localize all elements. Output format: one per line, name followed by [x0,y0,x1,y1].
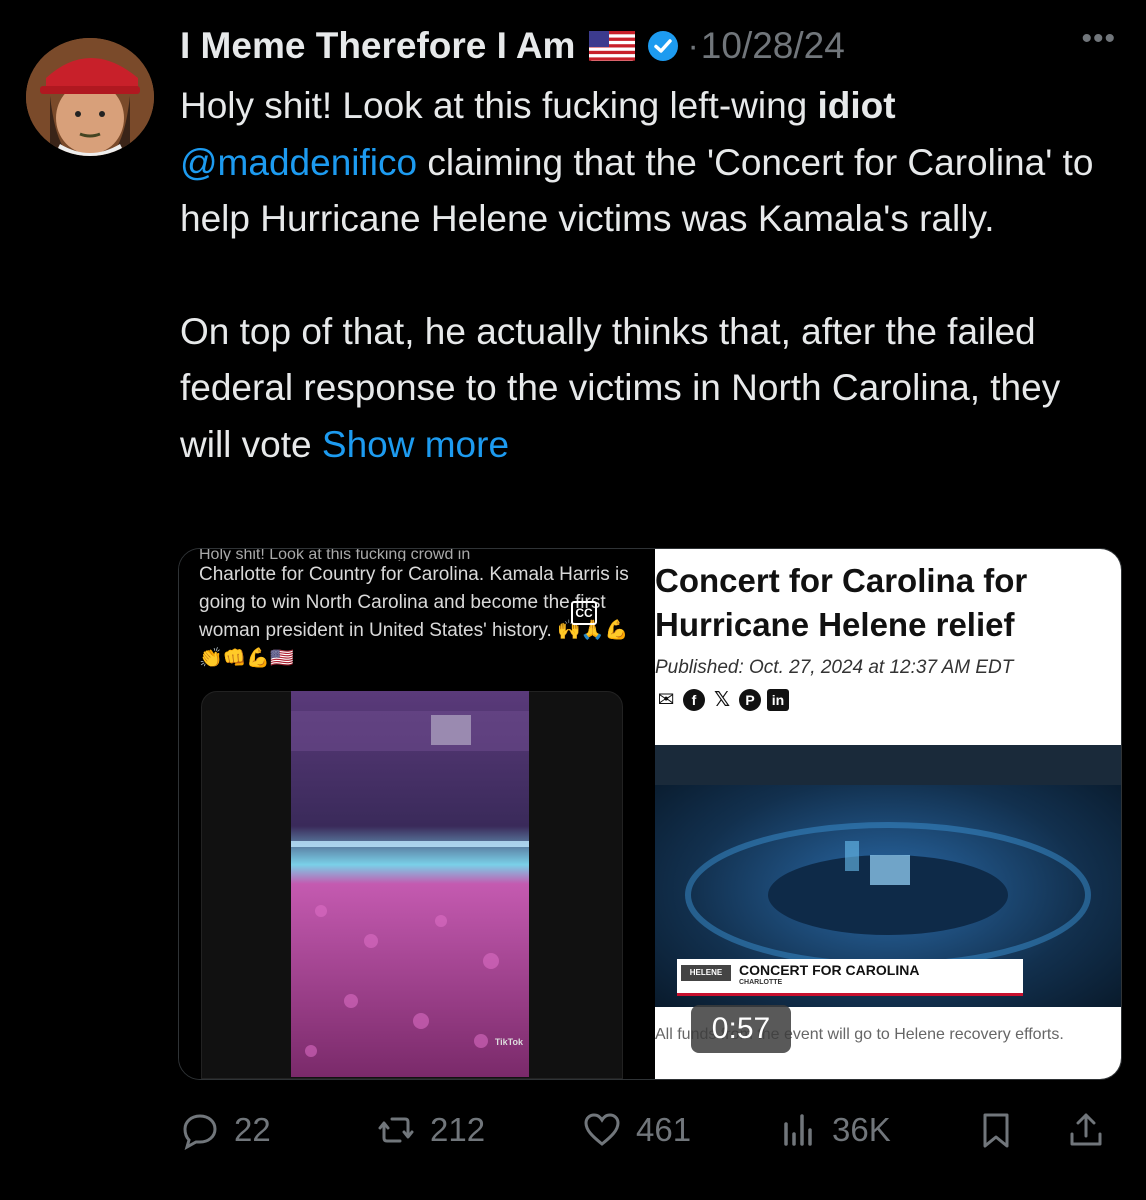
repost-icon [376,1110,416,1150]
verified-badge-icon[interactable] [647,30,679,62]
reply-icon [180,1110,220,1150]
tweet-bold-word: idiot [817,85,896,126]
tweet-text-segment: On top of that, he actually thinks that,… [180,310,1061,465]
heart-icon [582,1110,622,1150]
news-article-panel: Concert for Carolina for Hurricane Helen… [655,549,1121,1079]
share-icons-row: ✉ f 𝕏 P in [655,689,789,711]
x-icon: 𝕏 [711,689,733,711]
video-duration-badge: 0:57 [691,1005,791,1053]
mention-link[interactable]: @maddenifico [180,142,417,183]
tweet-media[interactable]: Holy shit! Look at this fucking crowd in… [178,548,1122,1080]
closed-captions-icon[interactable]: CC [571,601,597,625]
lower-third-tag: HELENE [681,965,731,981]
us-flag-icon [589,31,636,61]
news-lower-third: HELENE CONCERT FOR CAROLINA CHARLOTTE [677,959,1023,996]
tweet-actions-bar: 22 212 461 36K [180,1102,1120,1158]
views-button[interactable]: 36K [778,1102,891,1158]
repost-count: 212 [430,1111,486,1148]
author-name[interactable]: I Meme Therefore I Am [180,25,575,67]
crowd-video-frame: TikTok [291,691,529,1077]
tiktok-watermark: TikTok [494,1037,523,1047]
share-button[interactable] [1066,1102,1106,1158]
crowd-image [291,691,529,1077]
like-button[interactable]: 461 [582,1102,691,1158]
share-icon [1066,1110,1106,1150]
bookmark-button[interactable] [976,1102,1016,1158]
tweet-text-segment: Holy shit! Look at this fucking left-win… [180,85,818,126]
envelope-icon: ✉ [655,689,677,711]
lower-third-subtitle: CHARLOTTE [739,979,783,986]
tweet-paragraph-2: On top of that, he actually thinks that,… [180,304,1120,474]
caption-cut-line: Holy shit! Look at this fucking crowd in [199,549,471,561]
tweet-paragraph-1: Holy shit! Look at this fucking left-win… [180,78,1120,248]
reply-count: 22 [234,1111,271,1148]
linkedin-icon: in [767,689,789,711]
show-more-link[interactable]: Show more [322,424,509,465]
article-title: Concert for Carolina for Hurricane Helen… [655,562,1028,643]
avatar-image [26,38,154,156]
article-published: Published: Oct. 27, 2024 at 12:37 AM EDT [655,657,1014,678]
reply-button[interactable]: 22 [180,1102,271,1158]
pinterest-icon: P [739,689,761,711]
like-count: 461 [636,1111,692,1148]
lower-third-title: CONCERT FOR CAROLINA [739,962,920,978]
more-options-icon[interactable]: ••• [1081,22,1116,56]
tiktok-screenshot-panel: Holy shit! Look at this fucking crowd in… [179,549,653,1079]
tweet-date[interactable]: 10/28/24 [701,25,845,67]
separator-dot: · [687,26,699,65]
views-count: 36K [832,1111,891,1148]
bookmark-icon [976,1110,1016,1150]
facebook-icon: f [683,689,705,711]
repost-button[interactable]: 212 [376,1102,485,1158]
author-avatar[interactable] [26,38,154,156]
analytics-icon [778,1110,818,1150]
tweet-header: I Meme Therefore I Am · 10/28/24 ••• [180,22,1116,70]
tweet-body: Holy shit! Look at this fucking left-win… [180,78,1120,473]
